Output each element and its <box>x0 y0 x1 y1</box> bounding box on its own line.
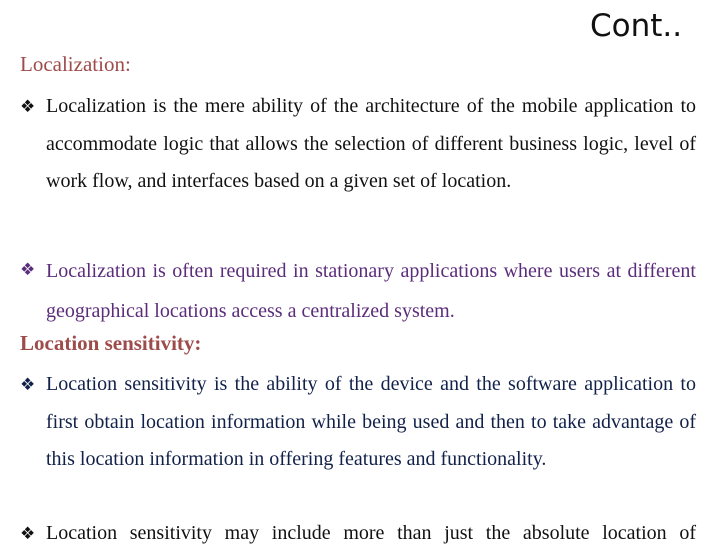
four-diamond-bullet-icon: ❖ <box>20 260 36 279</box>
bullet-text: Localization is the mere ability of the … <box>46 95 696 192</box>
bullet-text: Location sensitivity is the ability of t… <box>46 373 696 470</box>
bullet-location-sensitivity-scope: ❖ Location sensitivity may include more … <box>20 515 696 553</box>
bullet-text: Location sensitivity may include more th… <box>46 522 696 544</box>
four-diamond-bullet-icon: ❖ <box>20 524 36 543</box>
bullet-localization-definition: ❖ Localization is the mere ability of th… <box>20 88 696 201</box>
section-heading-localization: Localization: <box>20 52 131 76</box>
four-diamond-bullet-icon: ❖ <box>20 375 36 394</box>
slide-title: Cont.. <box>590 8 683 44</box>
bullet-text: Localization is often required in statio… <box>46 260 696 322</box>
section-heading-location-sensitivity: Location sensitivity: <box>20 331 202 355</box>
four-diamond-bullet-icon: ❖ <box>20 97 36 116</box>
bullet-localization-usage: ❖ Localization is often required in stat… <box>20 251 696 331</box>
bullet-location-sensitivity-definition: ❖ Location sensitivity is the ability of… <box>20 366 696 479</box>
